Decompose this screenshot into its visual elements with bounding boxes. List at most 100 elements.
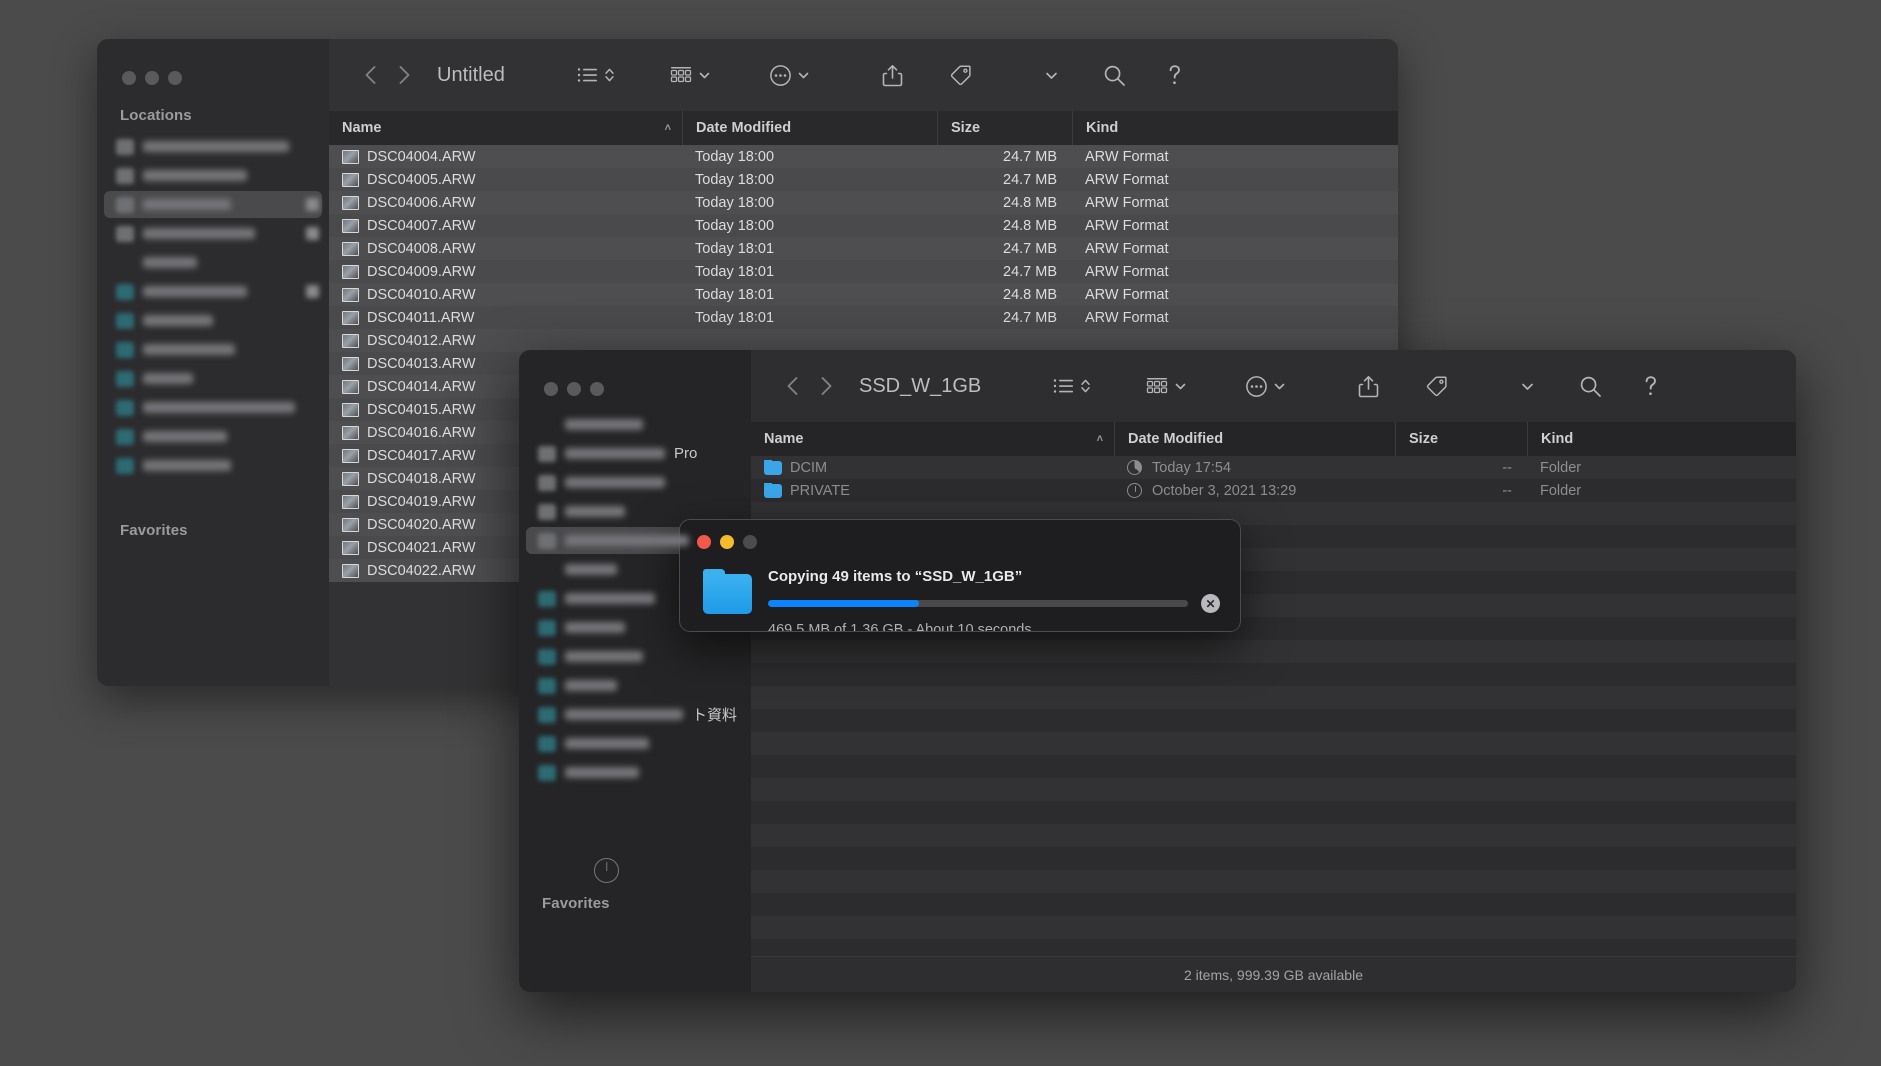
cell-name: DSC04007.ARW bbox=[329, 218, 682, 234]
toolbar[interactable]: SSD_W_1GB bbox=[751, 350, 1796, 422]
close-button[interactable] bbox=[122, 71, 136, 85]
sidebar-item[interactable] bbox=[519, 410, 751, 439]
traffic-lights[interactable] bbox=[97, 49, 329, 99]
forward-button[interactable] bbox=[387, 58, 421, 92]
table-row[interactable]: DSC04008.ARW Today 18:01 24.7 MB ARW Format bbox=[329, 237, 1398, 260]
toolbar-overflow-button[interactable] bbox=[1520, 379, 1535, 394]
dialog-traffic-lights[interactable] bbox=[697, 535, 757, 549]
help-button[interactable] bbox=[1166, 63, 1183, 88]
sidebar-item-label-redacted bbox=[565, 622, 625, 633]
sidebar-item[interactable] bbox=[97, 132, 329, 161]
sidebar-item[interactable] bbox=[519, 729, 751, 758]
group-by-control[interactable] bbox=[669, 65, 711, 85]
search-button[interactable] bbox=[1579, 375, 1602, 398]
cancel-copy-button[interactable]: ✕ bbox=[1201, 594, 1220, 613]
finder-window-ssd[interactable]: Pro ト資料 Favorites SSD_W_1GB Name ˄ Date … bbox=[519, 350, 1796, 992]
column-header-date[interactable]: Date Modified bbox=[682, 111, 937, 145]
table-row[interactable]: DSC04011.ARW Today 18:01 24.7 MB ARW Format bbox=[329, 306, 1398, 329]
cell-kind: ARW Format bbox=[1085, 171, 1169, 188]
search-button[interactable] bbox=[1103, 64, 1126, 87]
table-row[interactable]: DSC04005.ARW Today 18:00 24.7 MB ARW Format bbox=[329, 168, 1398, 191]
sidebar-item[interactable]: Pro bbox=[519, 439, 751, 468]
column-header-kind[interactable]: Kind bbox=[1072, 111, 1398, 145]
sidebar-item[interactable] bbox=[519, 758, 751, 787]
column-header-kind[interactable]: Kind bbox=[1527, 422, 1796, 456]
teal-icon bbox=[116, 399, 134, 416]
sidebar-item[interactable] bbox=[97, 451, 329, 480]
table-row[interactable]: DSC04010.ARW Today 18:01 24.8 MB ARW Format bbox=[329, 283, 1398, 306]
close-button[interactable] bbox=[544, 382, 558, 396]
share-button[interactable] bbox=[882, 64, 903, 87]
sidebar-item-label-redacted bbox=[565, 506, 625, 517]
maximize-button[interactable] bbox=[743, 535, 757, 549]
copy-progress-icon bbox=[1127, 483, 1142, 498]
table-row[interactable]: DSC04007.ARW Today 18:00 24.8 MB ARW Format bbox=[329, 214, 1398, 237]
cell-kind: Folder bbox=[1540, 459, 1582, 476]
help-button[interactable] bbox=[1642, 374, 1659, 399]
toolbar-overflow-button[interactable] bbox=[1044, 68, 1059, 83]
sidebar-item[interactable] bbox=[97, 306, 329, 335]
share-button[interactable] bbox=[1358, 375, 1379, 398]
sidebar-item[interactable] bbox=[97, 364, 329, 393]
column-header-date[interactable]: Date Modified bbox=[1114, 422, 1395, 456]
minimize-button[interactable] bbox=[567, 382, 581, 396]
column-header-name[interactable]: Name ˄ bbox=[751, 422, 1114, 456]
more-options-control[interactable] bbox=[769, 64, 810, 87]
tag-button[interactable] bbox=[949, 64, 972, 87]
back-button[interactable] bbox=[775, 369, 809, 403]
minimize-button[interactable] bbox=[720, 535, 734, 549]
column-header-size[interactable]: Size bbox=[937, 111, 1072, 145]
cell-date: Today 18:01 bbox=[695, 309, 775, 326]
sidebar-item[interactable]: ト資料 bbox=[519, 700, 751, 729]
close-button[interactable] bbox=[697, 535, 711, 549]
sidebar-item[interactable] bbox=[519, 468, 751, 497]
sidebar-item[interactable] bbox=[97, 393, 329, 422]
column-headers[interactable]: Name ˄ Date Modified Size Kind bbox=[751, 422, 1796, 456]
eject-icon[interactable] bbox=[306, 285, 319, 298]
maximize-button[interactable] bbox=[168, 71, 182, 85]
sidebar-item[interactable] bbox=[97, 335, 329, 364]
sidebar-item[interactable] bbox=[519, 671, 751, 700]
group-by-control[interactable] bbox=[1145, 376, 1187, 396]
sidebar-item[interactable] bbox=[97, 248, 329, 277]
teal-icon bbox=[116, 283, 134, 300]
back-button[interactable] bbox=[353, 58, 387, 92]
cell-name: DSC04009.ARW bbox=[329, 264, 682, 280]
sidebar-locations-list[interactable] bbox=[97, 132, 329, 480]
file-name: DSC04009.ARW bbox=[367, 263, 476, 280]
table-row[interactable]: DSC04004.ARW Today 18:00 24.7 MB ARW Format bbox=[329, 145, 1398, 168]
sidebar[interactable]: Locations Favorites bbox=[97, 39, 329, 686]
table-row[interactable]: DSC04006.ARW Today 18:00 24.8 MB ARW Format bbox=[329, 191, 1398, 214]
view-mode-control[interactable] bbox=[1053, 377, 1091, 395]
sidebar-item[interactable] bbox=[97, 190, 329, 219]
forward-button[interactable] bbox=[809, 369, 843, 403]
toolbar[interactable]: Untitled bbox=[329, 39, 1398, 111]
column-headers[interactable]: Name ˄ Date Modified Size Kind bbox=[329, 111, 1398, 145]
table-row-empty bbox=[751, 663, 1796, 686]
column-header-name[interactable]: Name ˄ bbox=[329, 111, 682, 145]
maximize-button[interactable] bbox=[590, 382, 604, 396]
table-row[interactable]: DSC04012.ARW bbox=[329, 329, 1398, 352]
file-thumbnail-icon bbox=[342, 218, 359, 233]
traffic-lights[interactable] bbox=[519, 360, 751, 410]
copy-progress-dialog[interactable]: Copying 49 items to “SSD_W_1GB” ✕ 469.5 … bbox=[679, 519, 1241, 632]
sidebar-item[interactable] bbox=[97, 219, 329, 248]
sidebar-item-label-redacted bbox=[565, 477, 665, 488]
table-row[interactable]: DSC04009.ARW Today 18:01 24.7 MB ARW Format bbox=[329, 260, 1398, 283]
eject-icon[interactable] bbox=[306, 198, 319, 211]
column-header-size[interactable]: Size bbox=[1395, 422, 1527, 456]
sidebar-item[interactable] bbox=[97, 161, 329, 190]
sidebar-item[interactable] bbox=[519, 642, 751, 671]
sidebar-item[interactable] bbox=[97, 422, 329, 451]
table-row[interactable]: PRIVATE October 3, 2021 13:29 -- Folder bbox=[751, 479, 1796, 502]
sidebar[interactable]: Pro ト資料 Favorites bbox=[519, 350, 751, 992]
minimize-button[interactable] bbox=[145, 71, 159, 85]
eject-icon[interactable] bbox=[306, 227, 319, 240]
more-options-control[interactable] bbox=[1245, 375, 1286, 398]
copy-progress-icon bbox=[1127, 460, 1142, 475]
teal-icon bbox=[538, 619, 556, 636]
table-row[interactable]: DCIM Today 17:54 -- Folder bbox=[751, 456, 1796, 479]
view-mode-control[interactable] bbox=[577, 66, 615, 84]
sidebar-item[interactable] bbox=[97, 277, 329, 306]
tag-button[interactable] bbox=[1425, 375, 1448, 398]
